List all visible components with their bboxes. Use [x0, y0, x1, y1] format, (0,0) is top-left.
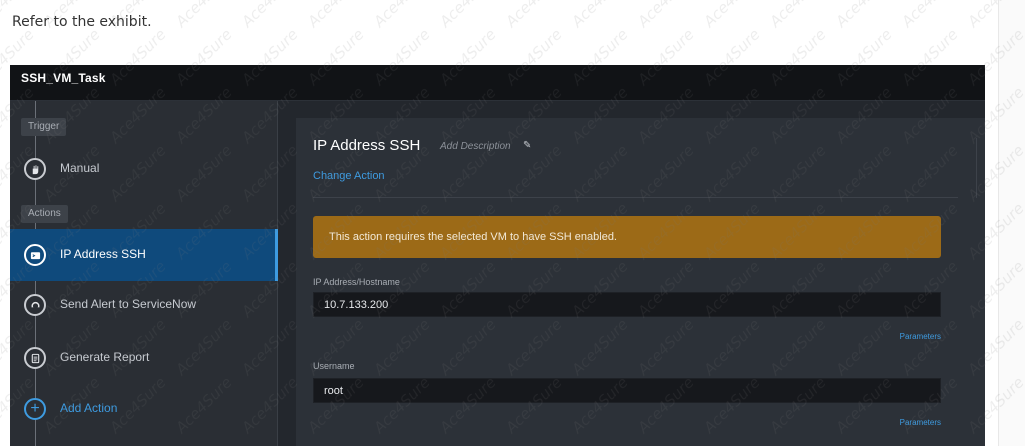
add-action-label: Add Action — [60, 401, 118, 415]
username-parameters-link[interactable]: Parameters — [900, 418, 941, 427]
warning-text: This action requires the selected VM to … — [329, 231, 617, 243]
change-action-link[interactable]: Change Action — [313, 170, 385, 182]
action-item-label: Generate Report — [60, 350, 150, 364]
terminal-icon — [24, 244, 46, 266]
watermark-text: Ace4Sure — [370, 0, 433, 31]
app-title: SSH_VM_Task — [21, 71, 106, 85]
watermark-text: Ace4Sure — [634, 0, 697, 31]
trigger-manual[interactable]: Manual — [10, 143, 278, 195]
plus-icon: + — [24, 398, 46, 420]
action-item-label: Send Alert to ServiceNow — [60, 297, 197, 311]
trigger-manual-label: Manual — [60, 161, 100, 175]
add-action-button[interactable]: + Add Action — [10, 383, 278, 435]
app-window: SSH_VM_Task Trigger Manual Actions IP Ad… — [10, 65, 985, 446]
trigger-section-label: Trigger — [21, 118, 67, 136]
watermark-text: Ace4Sure — [502, 0, 565, 31]
watermark-text: Ace4Sure — [172, 0, 235, 31]
sidebar: Trigger Manual Actions IP Address SSH Se… — [10, 101, 278, 446]
action-config-panel: IP Address SSH Add Description ✎ Change … — [296, 118, 985, 446]
topbar: SSH_VM_Task — [10, 65, 985, 101]
warning-banner: This action requires the selected VM to … — [313, 216, 941, 258]
watermark-text: Ace4Sure — [568, 0, 631, 31]
action-item-ip-address-ssh[interactable]: IP Address SSH — [10, 229, 278, 281]
report-icon — [24, 347, 46, 369]
page-edge — [998, 0, 1025, 446]
watermark-text: Ace4Sure — [700, 0, 763, 31]
watermark-text: Ace4Sure — [238, 0, 301, 31]
username-input[interactable]: root — [313, 378, 941, 403]
action-item-label: IP Address SSH — [60, 247, 146, 261]
intro-text: Refer to the exhibit. — [12, 14, 152, 30]
ip-address-input[interactable]: 10.7.133.200 — [313, 292, 941, 317]
divider — [313, 197, 958, 198]
actions-section-label: Actions — [21, 205, 68, 223]
watermark-text: Ace4Sure — [832, 0, 895, 31]
action-item-generate-report[interactable]: Generate Report — [10, 332, 278, 384]
watermark-text: Ace4Sure — [898, 0, 961, 31]
ip-parameters-link[interactable]: Parameters — [900, 332, 941, 341]
action-title: IP Address SSH — [313, 137, 421, 154]
scrollbar[interactable] — [976, 138, 977, 198]
username-label: Username — [313, 361, 355, 371]
action-item-send-alert[interactable]: Send Alert to ServiceNow — [10, 279, 278, 331]
main-area: IP Address SSH Add Description ✎ Change … — [279, 101, 985, 446]
watermark-text: Ace4Sure — [436, 0, 499, 31]
servicenow-icon — [24, 294, 46, 316]
add-description-link[interactable]: Add Description — [440, 141, 511, 152]
watermark-text: Ace4Sure — [304, 0, 367, 31]
watermark-text: Ace4Sure — [766, 0, 829, 31]
ip-address-label: IP Address/Hostname — [313, 277, 400, 287]
hand-icon — [24, 158, 46, 180]
pencil-icon[interactable]: ✎ — [523, 140, 531, 151]
